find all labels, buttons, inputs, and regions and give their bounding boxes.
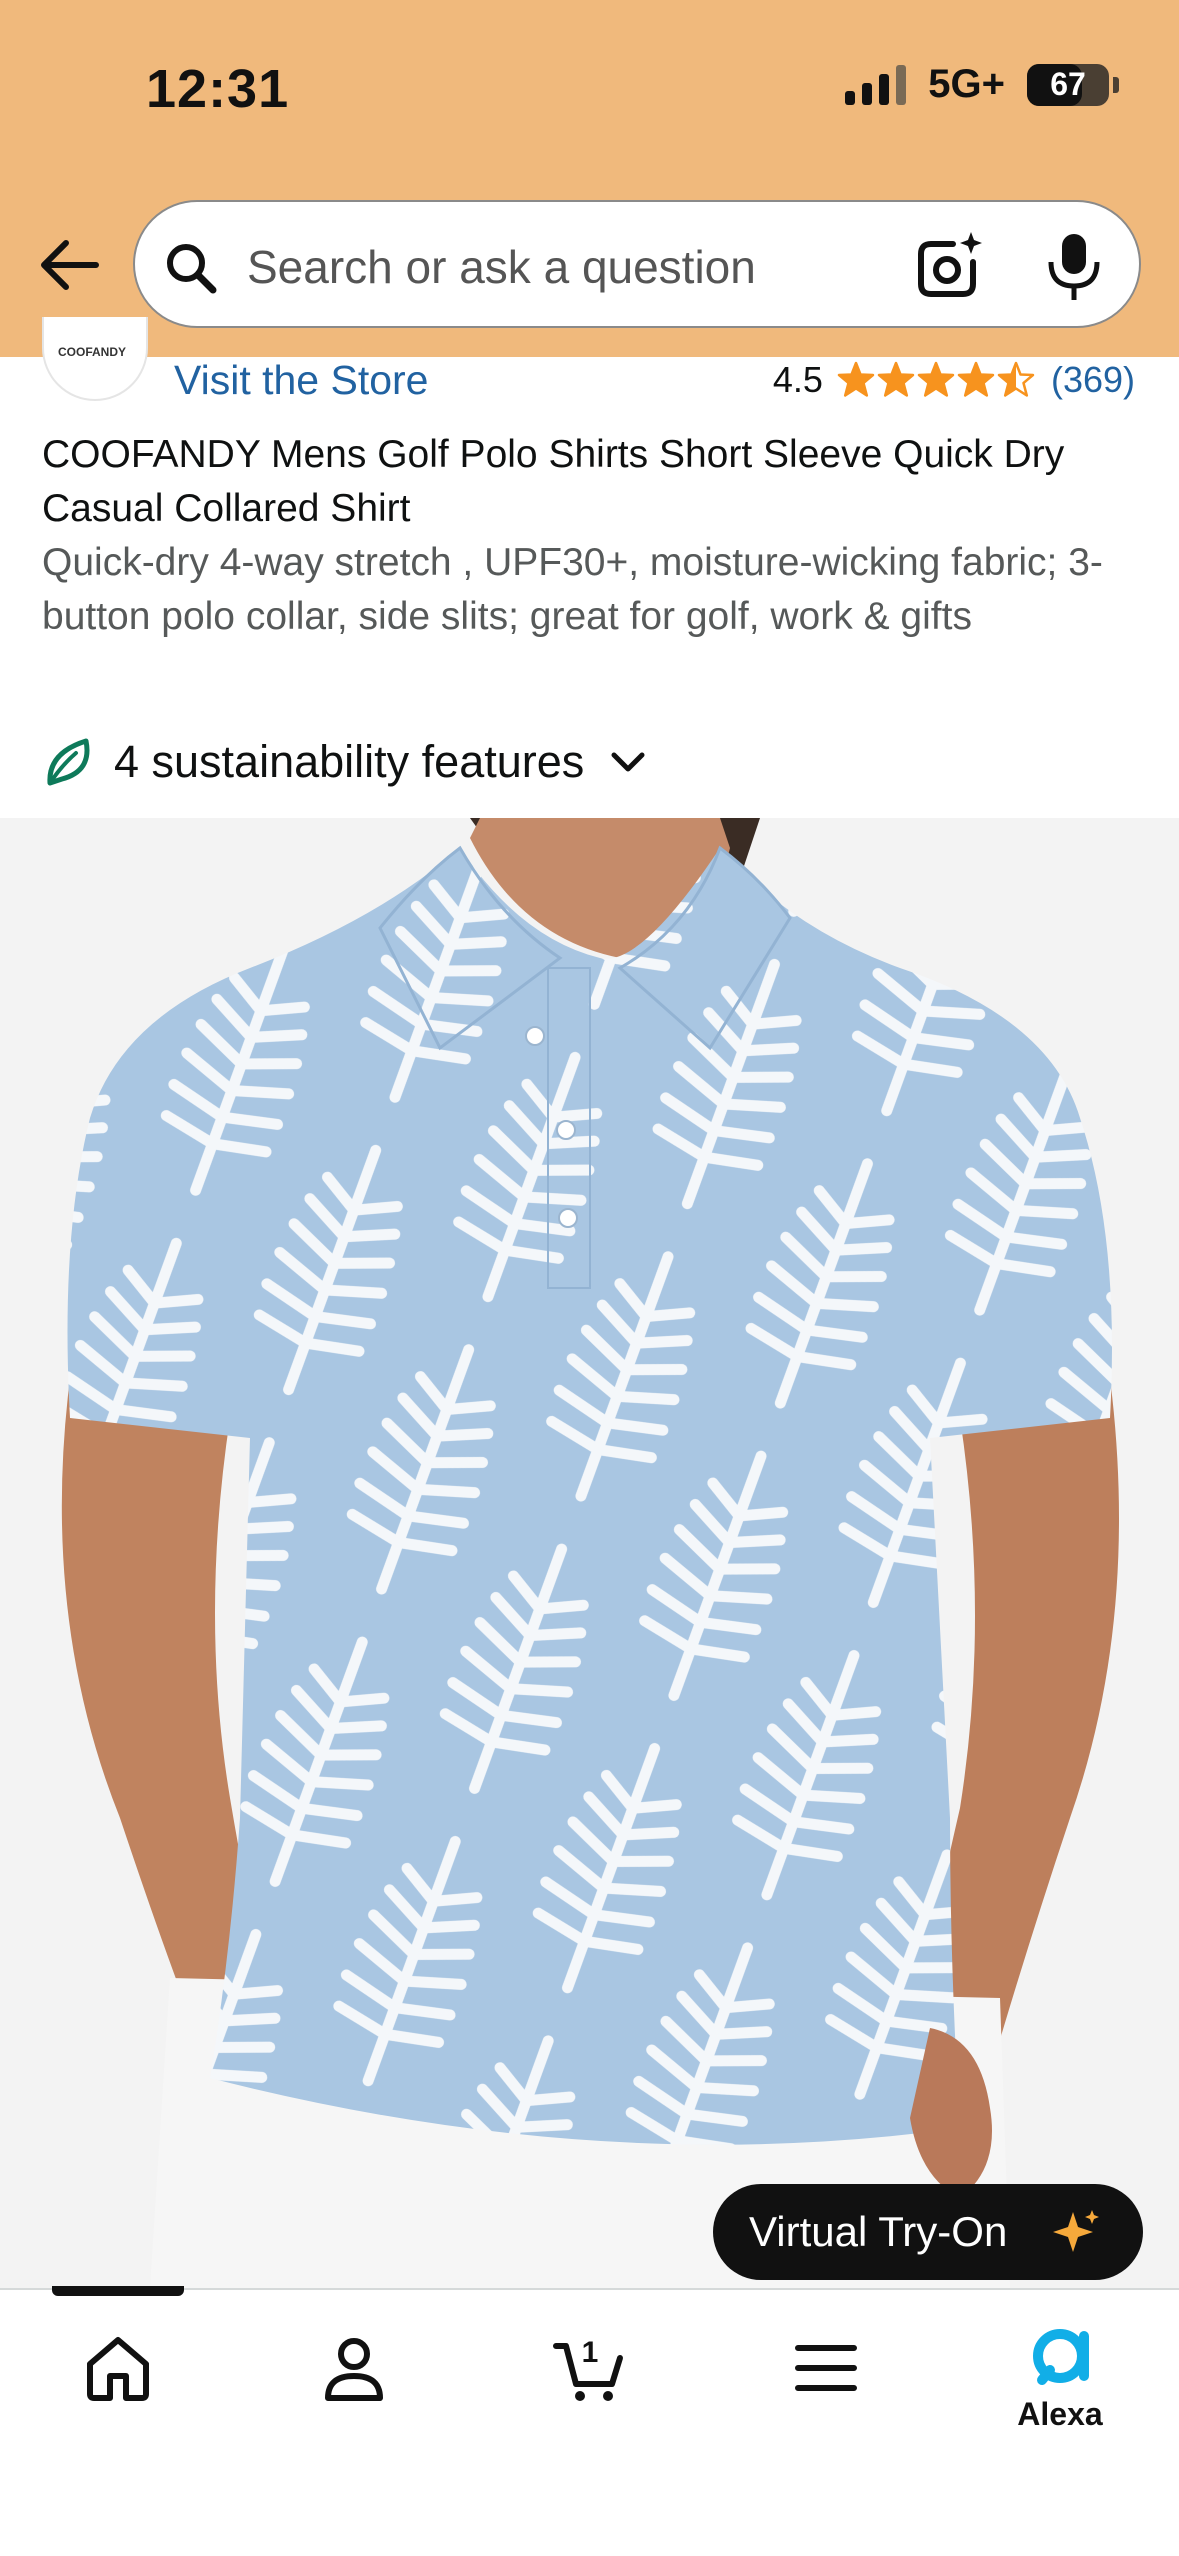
review-count[interactable]: (369): [1051, 359, 1135, 401]
visit-store-link[interactable]: Visit the Store: [174, 357, 429, 404]
signal-icon: [845, 64, 907, 105]
search-bar[interactable]: Search or ask a question: [133, 200, 1141, 328]
alexa-icon: [1033, 2329, 1089, 2385]
network-type: 5G+: [928, 62, 1005, 106]
status-icons: 5G+ 67: [845, 62, 1119, 107]
virtual-tryon-label: Virtual Try-On: [749, 2208, 1008, 2255]
sustainability-features[interactable]: 4 sustainability features: [42, 735, 650, 789]
star-icon: [917, 361, 955, 397]
virtual-tryon-button[interactable]: Virtual Try-On: [713, 2184, 1143, 2280]
cart-count: 1: [582, 2336, 599, 2369]
store-rating-row: COOFANDY Visit the Store 4.5 (369): [0, 317, 1179, 417]
star-icon: [997, 361, 1035, 397]
product-photo-polo-shirt: [0, 818, 1179, 2288]
sparkle-icon: [1053, 2210, 1099, 2252]
rating-value: 4.5: [772, 359, 823, 400]
leaf-icon: [47, 738, 90, 786]
active-tab-indicator: [52, 2286, 184, 2296]
menu-icon: [795, 2345, 857, 2391]
product-title: COOFANDY Mens Golf Polo Shirts Short Sle…: [42, 433, 1065, 530]
battery-icon: 67: [1027, 63, 1109, 106]
star-rating: [837, 361, 1035, 399]
star-icon: [877, 361, 915, 397]
nav-account[interactable]: [294, 2330, 414, 2450]
product-image[interactable]: [0, 818, 1179, 2288]
rating-summary[interactable]: 4.5 (369): [773, 359, 1135, 401]
battery-level: 67: [1050, 66, 1086, 102]
status-time: 12:31: [146, 59, 290, 119]
star-icon: [837, 361, 875, 397]
search-input[interactable]: Search or ask a question: [247, 240, 756, 294]
nav-alexa[interactable]: Alexa: [1000, 2318, 1120, 2438]
back-arrow-icon[interactable]: [36, 232, 102, 298]
store-logo[interactable]: COOFANDY: [42, 317, 148, 401]
alexa-label: Alexa: [1017, 2396, 1103, 2432]
account-icon: [325, 2338, 383, 2401]
nav-home[interactable]: [58, 2330, 178, 2450]
battery-nub: [1113, 76, 1119, 93]
nav-menu[interactable]: [766, 2330, 886, 2450]
sustainability-label: 4 sustainability features: [114, 736, 585, 787]
chevron-down-icon: [611, 752, 645, 772]
top-header: 12:31 5G+ 67 Search or ask a question: [0, 0, 1179, 357]
home-icon: [87, 2337, 149, 2401]
search-icon: [167, 244, 217, 294]
product-subtitle: Quick-dry 4-way stretch , UPF30+, moistu…: [42, 541, 1103, 638]
microphone-icon[interactable]: [1043, 232, 1105, 302]
camera-lens-icon[interactable]: [913, 230, 985, 302]
cart-icon: 1: [553, 2336, 623, 2401]
nav-cart[interactable]: 1: [530, 2330, 650, 2450]
star-icon: [957, 361, 995, 397]
